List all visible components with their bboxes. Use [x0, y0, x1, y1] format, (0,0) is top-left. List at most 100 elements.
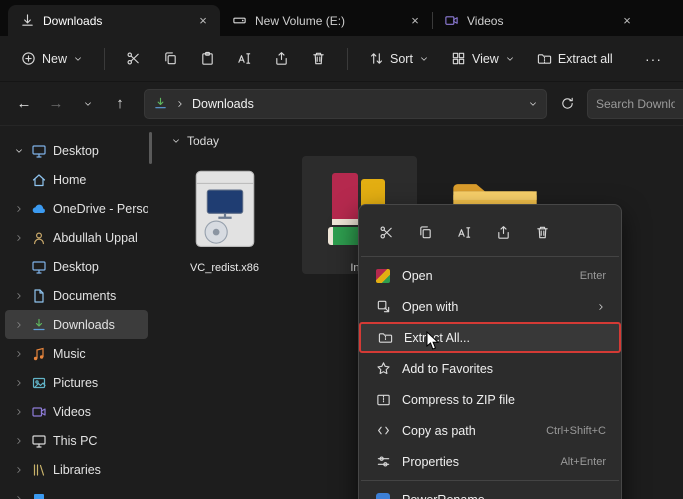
view-button[interactable]: View [442, 44, 524, 73]
sidebar-item-videos[interactable]: Videos [5, 397, 148, 426]
delete-button[interactable] [302, 44, 335, 73]
toolbar-separator [347, 47, 349, 70]
menu-item-label: Open [402, 268, 433, 283]
rename-button[interactable] [228, 44, 261, 73]
sidebar-item-label: Abdullah Uppal [53, 230, 138, 245]
navigation-bar: ← → ↑ Downloads [0, 82, 683, 126]
tab-downloads[interactable]: Downloads × [8, 5, 220, 36]
cut-button[interactable] [117, 44, 150, 73]
search-input[interactable] [587, 88, 683, 119]
sidebar-item-label: Home [53, 172, 87, 187]
music-icon [33, 347, 44, 360]
address-bar[interactable]: Downloads [144, 88, 547, 119]
properties-icon [374, 454, 392, 469]
sidebar-item-user-folder[interactable]: Abdullah Uppal [5, 223, 148, 252]
menu-shortcut: Ctrl+Shift+C [546, 424, 606, 437]
sort-label: Sort [390, 51, 413, 66]
tab-label: Videos [467, 13, 504, 28]
file-vc-redist[interactable]: VC_redist.x86 [167, 156, 282, 274]
paste-button[interactable] [191, 44, 224, 73]
sidebar-item-label: Desktop [53, 143, 99, 158]
cut-icon[interactable] [371, 218, 401, 246]
menu-shortcut: Enter [579, 269, 606, 282]
share-icon[interactable] [488, 218, 518, 246]
sidebar-item-desktop-root[interactable]: Desktop [5, 136, 148, 165]
sidebar-item-label: Pictures [53, 375, 99, 390]
ellipsis-icon: ··· [645, 50, 662, 67]
desktop-icon [32, 260, 46, 274]
sidebar-item-pictures[interactable]: Pictures [5, 368, 148, 397]
history-dropdown-button[interactable] [74, 90, 102, 118]
sidebar-item-label: Videos [53, 404, 91, 419]
more-options-button[interactable]: ··· [636, 44, 671, 74]
address-dropdown-icon[interactable] [528, 99, 538, 109]
chevron-down-icon [421, 56, 427, 61]
copy-path-icon [374, 423, 392, 438]
breadcrumb[interactable]: Downloads [192, 97, 254, 111]
group-label: Today [187, 134, 220, 148]
menu-item-label: Open with [402, 299, 459, 314]
pictures-icon [32, 377, 46, 388]
close-icon[interactable]: × [406, 12, 424, 30]
chevron-right-icon [17, 408, 21, 415]
video-icon [445, 16, 458, 25]
extract-icon [376, 330, 394, 345]
up-button[interactable]: ↑ [106, 90, 134, 118]
menu-item-label: Add to Favorites [402, 361, 494, 376]
sidebar-item-label: Documents [53, 288, 117, 303]
sidebar-item-home[interactable]: Home [5, 165, 148, 194]
copy-icon[interactable] [410, 218, 440, 246]
rename-icon[interactable] [449, 218, 479, 246]
close-icon[interactable]: × [194, 12, 212, 30]
chevron-down-icon [506, 56, 513, 61]
menu-item-properties[interactable]: Properties Alt+Enter [364, 446, 616, 477]
sidebar-item-downloads[interactable]: Downloads [5, 310, 148, 339]
chevron-right-icon [17, 350, 21, 357]
sort-button[interactable]: Sort [360, 44, 438, 73]
chevron-down-icon [16, 148, 22, 153]
group-header-today[interactable]: Today [167, 134, 683, 148]
sidebar-item-desktop[interactable]: Desktop [5, 252, 148, 281]
close-icon[interactable]: × [618, 12, 636, 30]
new-button[interactable]: New [12, 44, 92, 73]
menu-item-compress-zip[interactable]: Compress to ZIP file [364, 384, 616, 415]
chevron-down-icon [173, 139, 179, 143]
winrar-book-red [331, 173, 358, 225]
back-button[interactable]: ← [10, 90, 38, 118]
sidebar-item-partial[interactable] [5, 484, 148, 499]
tab-videos[interactable]: Videos × [432, 5, 644, 36]
menu-divider [361, 256, 619, 257]
network-icon [34, 493, 44, 499]
extract-all-label: Extract all [557, 51, 613, 66]
refresh-button[interactable] [553, 90, 581, 118]
sidebar-item-libraries[interactable]: Libraries [5, 455, 148, 484]
extract-all-button[interactable]: Extract all [528, 44, 622, 73]
menu-item-label: Compress to ZIP file [402, 392, 516, 407]
forward-button[interactable]: → [42, 90, 70, 118]
tab-bar: Downloads × New Volume (E:) × Videos × [0, 0, 683, 36]
delete-icon[interactable] [527, 218, 557, 246]
menu-item-add-to-favorites[interactable]: Add to Favorites [364, 353, 616, 384]
sidebar-item-documents[interactable]: Documents [5, 281, 148, 310]
menu-item-extract-all[interactable]: Extract All... [359, 322, 621, 353]
chevron-right-icon [17, 437, 21, 444]
menu-item-open-with[interactable]: Open with [364, 291, 616, 322]
tab-new-volume[interactable]: New Volume (E:) × [220, 5, 432, 36]
chevron-right-icon [17, 495, 21, 499]
cloud-icon [32, 204, 45, 213]
mouse-cursor [426, 331, 440, 350]
copy-button[interactable] [154, 44, 187, 73]
person-icon [34, 231, 44, 244]
menu-item-open[interactable]: Open Enter [364, 260, 616, 291]
extract-icon [537, 54, 551, 64]
sidebar-item-onedrive[interactable]: OneDrive - Personal [5, 194, 148, 223]
this-pc-icon [32, 434, 46, 448]
menu-item-powerrename[interactable]: PowerRename [364, 484, 616, 499]
sidebar-scrollbar[interactable] [149, 132, 152, 164]
share-button[interactable] [265, 44, 298, 73]
menu-item-copy-as-path[interactable]: Copy as path Ctrl+Shift+C [364, 415, 616, 446]
sidebar-item-label: Downloads [53, 317, 115, 332]
sidebar-item-this-pc[interactable]: This PC [5, 426, 148, 455]
sidebar-item-music[interactable]: Music [5, 339, 148, 368]
star-icon [374, 361, 392, 376]
